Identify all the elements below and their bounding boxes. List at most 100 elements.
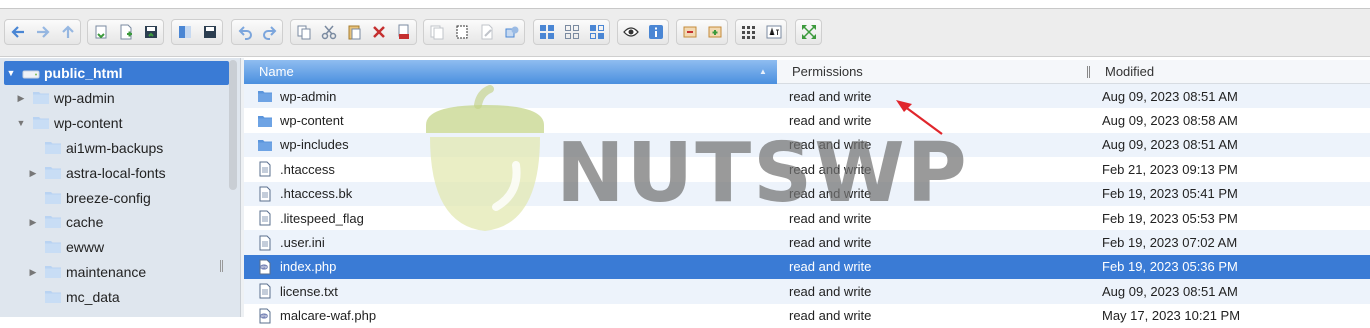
unarchive-icon	[707, 24, 723, 40]
delete-button[interactable]	[366, 20, 391, 44]
copy-icon	[296, 24, 312, 40]
tree-item[interactable]: ▶ cache	[0, 210, 230, 234]
up-button[interactable]	[55, 20, 80, 44]
columns-view-icon	[589, 24, 605, 40]
cut-button[interactable]	[316, 20, 341, 44]
copy-button[interactable]	[291, 20, 316, 44]
tree-item-label: wp-content	[54, 115, 123, 131]
file-row[interactable]: .htaccess.bk read and write Feb 19, 2023 0…	[244, 181, 1370, 206]
file-modified: Feb 19, 2023 05:41 PM	[1102, 186, 1238, 202]
file-permissions: read and write	[789, 259, 872, 275]
folder-icon	[257, 113, 273, 129]
edit-button[interactable]	[474, 20, 499, 44]
delete-icon	[371, 24, 387, 40]
file-row[interactable]: .htaccess read and write Feb 21, 2023 09:1…	[244, 157, 1370, 181]
file-row[interactable]: php malcare-waf.php read and write May 17, …	[244, 304, 1370, 328]
columns-view-button[interactable]	[584, 20, 609, 44]
unarchive-button[interactable]	[702, 20, 727, 44]
file-permissions: read and write	[789, 113, 872, 129]
open-button[interactable]	[172, 20, 197, 44]
column-header-name[interactable]: Name	[244, 60, 777, 84]
tree-item[interactable]: ▶ maintenance	[0, 260, 230, 284]
php-file-icon: php	[257, 259, 273, 275]
duplicate-button[interactable]	[424, 20, 449, 44]
folder-tree: ▼ public_html ▶ wp-admin ▼ wp-content ai1wm-ba…	[0, 58, 240, 317]
column-resize-handle[interactable]	[1087, 66, 1090, 78]
expand-arrow-icon[interactable]: ▼	[6, 68, 16, 78]
file-permissions: read and write	[789, 186, 872, 202]
file-name: wp-includes	[280, 137, 349, 153]
file-modified: Feb 19, 2023 05:53 PM	[1102, 210, 1238, 226]
archive-button[interactable]	[677, 20, 702, 44]
file-row[interactable]: .litespeed_flag read and write Feb 19, 202…	[244, 206, 1370, 230]
grid-icon	[741, 24, 757, 40]
reload-button[interactable]	[88, 20, 113, 44]
preview-button[interactable]	[618, 20, 643, 44]
toolbar-group	[87, 19, 164, 45]
file-icon	[257, 235, 273, 251]
php-file-icon: php	[257, 308, 273, 324]
fullscreen-icon	[801, 24, 817, 40]
translate-button[interactable]	[761, 20, 786, 44]
file-icon	[257, 186, 273, 202]
list-view-button[interactable]	[559, 20, 584, 44]
extract-button[interactable]	[499, 20, 524, 44]
file-name: .user.ini	[280, 235, 325, 251]
icons-view-button[interactable]	[534, 20, 559, 44]
back-button[interactable]	[5, 20, 30, 44]
file-row[interactable]: php index.php read and write Feb 19, 2023 0…	[244, 254, 1370, 280]
undo-icon	[237, 24, 253, 40]
tree-item-label: cache	[66, 214, 104, 230]
select-button[interactable]	[449, 20, 474, 44]
collapse-arrow-icon[interactable]: ▶	[28, 217, 38, 227]
undo-button[interactable]	[232, 20, 257, 44]
tree-item[interactable]: mc_data	[0, 285, 230, 309]
tree-item-label: maintenance	[66, 264, 147, 280]
file-name: .htaccess	[280, 161, 335, 177]
tree-item[interactable]: ewww	[0, 235, 230, 259]
collapse-arrow-icon[interactable]: ▶	[28, 168, 38, 178]
duplicate-icon	[429, 24, 445, 40]
grid-button[interactable]	[736, 20, 761, 44]
file-row[interactable]: wp-content read and write Aug 09, 2023 08:…	[244, 108, 1370, 132]
new-file-button[interactable]	[113, 20, 138, 44]
tree-item[interactable]: ▶ wp-admin	[0, 86, 230, 110]
file-modified: Feb 19, 2023 05:36 PM	[1102, 259, 1238, 275]
file-name: .litespeed_flag	[280, 210, 364, 226]
save-as-button[interactable]	[197, 20, 222, 44]
tree-item[interactable]: ▼ public_html	[4, 61, 229, 85]
column-header-permissions[interactable]: Permissions	[792, 60, 863, 84]
window-top-strip	[0, 0, 1370, 9]
file-row[interactable]: .user.ini read and write Feb 19, 2023 07:0…	[244, 230, 1370, 255]
tree-item[interactable]: breeze-config	[0, 186, 230, 210]
info-button[interactable]	[643, 20, 668, 44]
sidebar-resize-handle[interactable]	[220, 260, 223, 272]
file-name: wp-admin	[280, 88, 337, 104]
tree-item-label: wp-admin	[54, 90, 115, 106]
file-row[interactable]: wp-admin read and write Aug 09, 2023 08:51…	[244, 84, 1370, 109]
collapse-arrow-icon[interactable]: ▶	[16, 93, 26, 103]
toolbar-group	[795, 19, 822, 45]
file-row[interactable]: wp-includes read and write Aug 09, 2023 08…	[244, 132, 1370, 158]
folder-icon	[44, 240, 62, 254]
forward-icon	[35, 24, 51, 40]
collapse-arrow-icon[interactable]: ▶	[28, 267, 38, 277]
forward-button[interactable]	[30, 20, 55, 44]
file-permissions: read and write	[789, 88, 872, 104]
rename-button[interactable]	[391, 20, 416, 44]
tree-item[interactable]: ▶ astra-local-fonts	[0, 161, 230, 185]
icons-view-icon	[539, 24, 555, 40]
fullscreen-button[interactable]	[796, 20, 821, 44]
paste-button[interactable]	[341, 20, 366, 44]
column-header-modified[interactable]: Modified	[1105, 60, 1154, 84]
back-icon	[10, 24, 26, 40]
tree-item[interactable]: ai1wm-backups	[0, 136, 230, 160]
tree-item[interactable]: ▼ wp-content	[0, 111, 230, 135]
file-permissions: read and write	[789, 161, 872, 177]
redo-button[interactable]	[257, 20, 282, 44]
tree-scrollbar[interactable]	[229, 60, 237, 190]
expand-arrow-icon[interactable]: ▼	[16, 118, 26, 128]
save-icon	[143, 24, 159, 40]
file-row[interactable]: license.txt read and write Aug 09, 2023 08…	[244, 279, 1370, 304]
save-button[interactable]	[138, 20, 163, 44]
